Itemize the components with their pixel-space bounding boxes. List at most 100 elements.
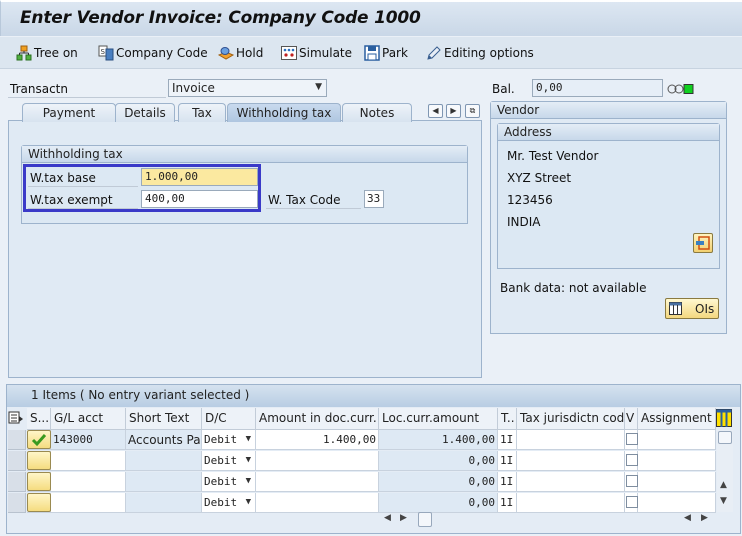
status-button[interactable]	[27, 430, 51, 449]
tab-notes[interactable]: Notes	[342, 103, 412, 122]
table-cell-loc: 1.400,00	[379, 430, 498, 450]
row-checkbox[interactable]	[626, 454, 638, 466]
hscroll-left-icon[interactable]: ◀	[384, 513, 391, 523]
editing-options-button[interactable]: Editing options	[426, 45, 534, 61]
transaction-underline	[8, 97, 166, 98]
column-header[interactable]: T..	[498, 408, 517, 430]
scroll-down-icon[interactable]: ▼	[720, 496, 727, 506]
table-cell-amount[interactable]	[256, 472, 379, 492]
table-cell-jur[interactable]	[517, 451, 625, 471]
tab-tax[interactable]: Tax	[178, 103, 226, 122]
address-detail-button[interactable]	[693, 233, 713, 253]
dc-value: Debit	[204, 496, 238, 509]
hscroll-right-icon[interactable]: ▶	[400, 513, 407, 523]
row-selector[interactable]	[8, 472, 26, 492]
tab-scroll-left-button[interactable]: ◀	[428, 104, 443, 118]
column-header[interactable]: Assignment n	[638, 408, 716, 430]
hold-button[interactable]: Hold	[217, 45, 263, 61]
table-cell-gl[interactable]	[51, 493, 126, 513]
column-header[interactable]: S...	[27, 408, 51, 430]
column-header[interactable]: Short Text	[126, 408, 202, 430]
table-cell-gl[interactable]	[51, 451, 126, 471]
table-cell-assign[interactable]	[638, 493, 716, 513]
table-cell-tax[interactable]: 1I	[498, 430, 517, 450]
table-cell-amount[interactable]	[256, 451, 379, 471]
address-line-street: XYZ Street	[507, 171, 572, 185]
tab-scroll-right-button[interactable]: ▶	[446, 104, 461, 118]
table-settings-icon[interactable]	[8, 410, 24, 429]
table-cell-jur[interactable]	[517, 472, 625, 492]
column-header[interactable]: V	[625, 408, 638, 430]
table-cell-jur[interactable]	[517, 493, 625, 513]
row-checkbox[interactable]	[626, 496, 638, 508]
tab-details[interactable]: Details	[115, 103, 175, 122]
wtax-base-input[interactable]: 1.000,00	[141, 168, 258, 186]
table-cell-gl[interactable]: 143000	[51, 430, 126, 450]
wtax-code-input[interactable]: 33	[364, 190, 384, 208]
chevron-down-icon: ▼	[245, 497, 251, 507]
table-cell-jur[interactable]	[517, 430, 625, 450]
dc-value: Debit	[204, 475, 238, 488]
tree-icon	[16, 45, 32, 61]
dc-value: Debit	[204, 454, 238, 467]
column-layout-icon[interactable]	[716, 409, 732, 427]
table-cell-amount[interactable]	[256, 493, 379, 513]
pencil-icon	[426, 45, 442, 61]
column-header[interactable]: Amount in doc.curr.	[256, 408, 379, 430]
bank-data-text: Bank data: not available	[500, 281, 647, 295]
tab-withholding-tax[interactable]: Withholding tax	[227, 103, 341, 122]
scroll-up-icon[interactable]: ▲	[720, 480, 727, 490]
address-line-postcode: 123456	[507, 193, 553, 207]
simulate-button[interactable]: Simulate	[281, 45, 352, 61]
tab-list-button[interactable]: ⧉	[465, 104, 480, 118]
company-code-button[interactable]: S Company Code	[98, 45, 208, 61]
hscroll2-left-icon[interactable]: ◀	[684, 513, 691, 523]
column-header[interactable]: Loc.curr.amount	[379, 408, 498, 430]
chevron-down-icon: ▼	[245, 476, 251, 486]
ois-button[interactable]: OIs	[665, 298, 719, 319]
table-cell-assign[interactable]	[638, 430, 716, 450]
table-cell-dc[interactable]: Debit ▼	[202, 472, 256, 492]
wtax-exempt-label: W.tax exempt	[30, 193, 113, 207]
vertical-scrollbar[interactable]: ▲ ▼	[717, 430, 733, 512]
items-table-header: 1 Items ( No entry variant selected )	[7, 385, 740, 407]
table-cell-gl[interactable]	[51, 472, 126, 492]
wtax-exempt-input[interactable]: 400,00	[141, 190, 258, 208]
status-button[interactable]	[27, 472, 51, 491]
row-selector[interactable]	[8, 430, 26, 450]
table-cell-dc[interactable]: Debit ▼	[202, 430, 256, 450]
wtax-base-label: W.tax base	[30, 171, 96, 185]
table-cell-tax[interactable]: 1I	[498, 493, 517, 513]
status-button[interactable]	[27, 493, 51, 512]
status-button[interactable]	[27, 451, 51, 470]
table-cell-amount[interactable]: 1.400,00	[256, 430, 379, 450]
hscroll-thumb[interactable]	[418, 512, 432, 527]
table-cell-tax[interactable]: 1I	[498, 472, 517, 492]
wtax-exempt-underline	[28, 208, 138, 209]
column-header[interactable]: G/L acct	[51, 408, 126, 430]
row-selector[interactable]	[8, 451, 26, 471]
chevron-down-icon: ▼	[315, 82, 322, 92]
scroll-thumb[interactable]	[718, 431, 732, 444]
table-cell-loc: 0,00	[379, 493, 498, 513]
table-cell-text	[126, 493, 202, 513]
table-cell-tax[interactable]: 1I	[498, 451, 517, 471]
table-cell-loc: 0,00	[379, 472, 498, 492]
column-header[interactable]: D/C	[202, 408, 256, 430]
tab-payment[interactable]: Payment	[22, 103, 116, 122]
tree-on-button[interactable]: Tree on	[16, 45, 78, 61]
table-cell-dc[interactable]: Debit ▼	[202, 451, 256, 471]
table-cell-dc[interactable]: Debit ▼	[202, 493, 256, 513]
wtax-code-underline	[266, 208, 361, 209]
column-header[interactable]: Tax jurisdictn code	[517, 408, 625, 430]
table-cell-assign[interactable]	[638, 451, 716, 471]
park-button[interactable]: Park	[364, 45, 408, 61]
table-cell-text	[126, 451, 202, 471]
hscroll2-right-icon[interactable]: ▶	[701, 513, 708, 523]
row-checkbox[interactable]	[626, 433, 638, 445]
table-cell-assign[interactable]	[638, 472, 716, 492]
transaction-select[interactable]: Invoice ▼	[168, 79, 327, 97]
table-cell-text: Accounts Pa...	[126, 430, 202, 450]
row-selector[interactable]	[8, 493, 26, 513]
row-checkbox[interactable]	[626, 475, 638, 487]
